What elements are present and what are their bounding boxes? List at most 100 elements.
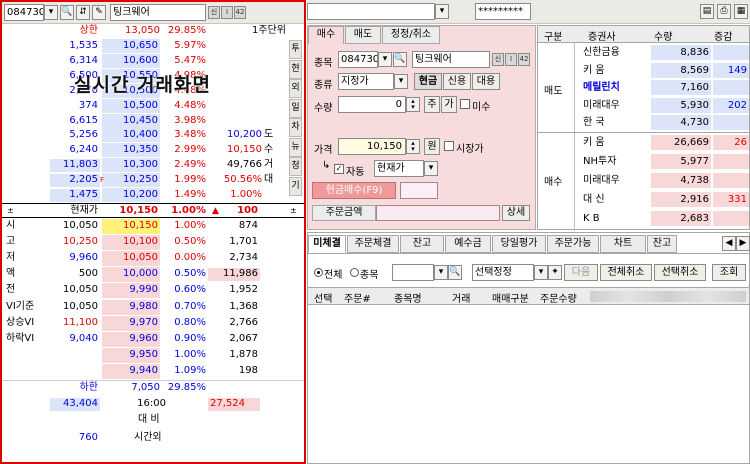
tab-bottom[interactable]: 당일평가	[492, 235, 546, 253]
tab-bottom[interactable]: 차트	[600, 235, 646, 253]
search-icon[interactable]: 🔍	[60, 5, 74, 20]
tool-icon[interactable]: ✦	[548, 265, 562, 280]
auto-checkbox[interactable]: ✓	[334, 164, 344, 174]
info-badge[interactable]: I	[505, 53, 517, 66]
lower-limit-row: 하한 7,050 29.85%	[2, 380, 304, 395]
bid-info-label: 하락VI	[6, 332, 35, 344]
amount-button[interactable]: 가	[441, 96, 457, 113]
bid-pct: 0.50%	[174, 236, 206, 248]
tab-bottom[interactable]: 잔고	[647, 235, 677, 253]
cash-buy-button[interactable]: 현금매수(F9)	[312, 182, 396, 199]
tab-bottom[interactable]: 잔고	[400, 235, 444, 253]
print-icon[interactable]: ⎙	[717, 4, 731, 19]
chevron-left-icon[interactable]: ◀	[722, 236, 736, 251]
detail-button[interactable]: 상세	[502, 205, 530, 221]
order-type-select[interactable]: 지정가	[338, 73, 394, 90]
side-tab[interactable]: 현	[289, 59, 302, 79]
side-tab[interactable]: 투	[289, 40, 302, 59]
tab-modify-cancel[interactable]: 정정/취소	[382, 26, 440, 44]
dropdown-icon[interactable]: ▾	[394, 74, 408, 89]
edit-icon[interactable]: ✎	[92, 5, 106, 20]
ask-extra: 10,200	[227, 129, 262, 141]
stock-code-input[interactable]: 084730	[4, 4, 44, 21]
document-icon[interactable]: ▤	[700, 4, 714, 19]
substitute-kind-button[interactable]: 대용	[472, 73, 500, 90]
ask-pct: 3.98%	[174, 114, 206, 126]
account-select[interactable]	[307, 3, 435, 20]
cash-kind-button[interactable]: 현금	[414, 73, 442, 90]
radio-all[interactable]	[314, 268, 323, 277]
ask-price: 10,200	[123, 189, 158, 200]
dropdown-icon[interactable]: ▾	[434, 265, 448, 280]
price-input[interactable]: 10,150	[338, 138, 406, 155]
tab-sell[interactable]: 매도	[345, 26, 381, 44]
order-name-field: 팅크웨어	[412, 51, 490, 68]
credit-badge[interactable]: 신	[492, 53, 504, 66]
margin-badge[interactable]: 42	[518, 53, 530, 66]
credit-badge[interactable]: 신	[208, 6, 220, 19]
tab-bottom[interactable]: 예수금	[445, 235, 491, 253]
search-icon[interactable]: 🔍	[448, 265, 462, 280]
broker-diff: 26	[734, 137, 747, 148]
misu-checkbox[interactable]	[460, 99, 470, 109]
dropdown-icon[interactable]: ▾	[435, 4, 449, 19]
tab-bottom[interactable]: 주문체결	[347, 235, 399, 253]
dropdown-icon[interactable]: ▾	[424, 161, 438, 176]
search-icon[interactable]: 🔍	[393, 52, 407, 67]
bid-info-value: 10,050	[63, 220, 98, 231]
side-tab[interactable]: 기	[289, 176, 302, 196]
tab-bottom[interactable]: 미체결	[308, 235, 346, 253]
ask-row: 6,615 10,450 3.98%	[2, 113, 286, 129]
cancel-all-button[interactable]: 전체취소	[600, 264, 652, 281]
ask-extra: 10,150	[227, 144, 262, 156]
bid-row: 액 500 10,000 0.50% 11,986	[2, 267, 304, 283]
won-button[interactable]: 원	[424, 138, 440, 155]
info-badge[interactable]: I	[221, 6, 233, 19]
order-code-input[interactable]: 084730	[338, 51, 378, 68]
dropdown-icon[interactable]: ▾	[378, 52, 392, 67]
dropdown-icon[interactable]: ▾	[534, 265, 548, 280]
ask-pct: 3.48%	[174, 129, 206, 141]
current-label: 현재가	[70, 205, 98, 216]
bid-info-label: 시	[6, 220, 16, 231]
side-tab[interactable]: 차	[289, 118, 302, 137]
dropdown-icon[interactable]: ▾	[44, 5, 58, 20]
side-tab[interactable]: 청	[289, 157, 302, 176]
market-price-checkbox[interactable]	[444, 141, 454, 151]
tab-bottom[interactable]: 주문가능	[547, 235, 599, 253]
broker-diff: 331	[727, 194, 747, 206]
grid-icon[interactable]: ▦	[734, 4, 748, 19]
side-tab[interactable]: 외	[289, 79, 302, 98]
side-tab[interactable]: 뉴	[289, 137, 302, 157]
side-tab[interactable]: 일	[289, 98, 302, 118]
margin-badge[interactable]: 42	[234, 6, 246, 19]
shares-button[interactable]: 주	[424, 96, 440, 113]
cancel-selected-button[interactable]: 선택취소	[654, 264, 706, 281]
sort-icon[interactable]: ⇵	[76, 5, 90, 20]
auto-price-select[interactable]: 현재가	[374, 160, 424, 177]
ask-extra-label: 도	[264, 129, 274, 141]
item-code-input[interactable]	[392, 264, 434, 281]
bid-info-value: 500	[78, 268, 98, 280]
query-button[interactable]: 조회	[712, 264, 746, 281]
lower-price: 7,050	[131, 382, 160, 393]
chevron-right-icon[interactable]: ▶	[736, 236, 750, 251]
bid-qty: 2,734	[229, 252, 258, 264]
bid-price: 9,960	[129, 332, 158, 344]
ask-pct: 4.48%	[174, 99, 206, 111]
bid-info-value: 10,050	[63, 284, 98, 296]
tab-buy[interactable]: 매수	[308, 26, 344, 44]
ask-extra-label: 거	[264, 159, 274, 171]
credit-kind-button[interactable]: 신용	[443, 73, 471, 90]
qty-input[interactable]: 0	[338, 96, 406, 113]
broker-buy-row: NH투자 5,977	[575, 153, 749, 170]
price-stepper[interactable]: ▴ ▾	[406, 139, 420, 154]
radio-item[interactable]	[350, 268, 359, 277]
password-field[interactable]: *********	[475, 3, 531, 20]
code-label: 종목	[314, 58, 333, 69]
modify-select[interactable]: 선택정정	[472, 264, 534, 281]
qty-stepper[interactable]: ▴ ▾	[406, 97, 420, 112]
lower-label: 하한	[79, 382, 98, 393]
broker-diff-bg	[713, 45, 749, 60]
next-button[interactable]: 다음	[564, 264, 598, 281]
